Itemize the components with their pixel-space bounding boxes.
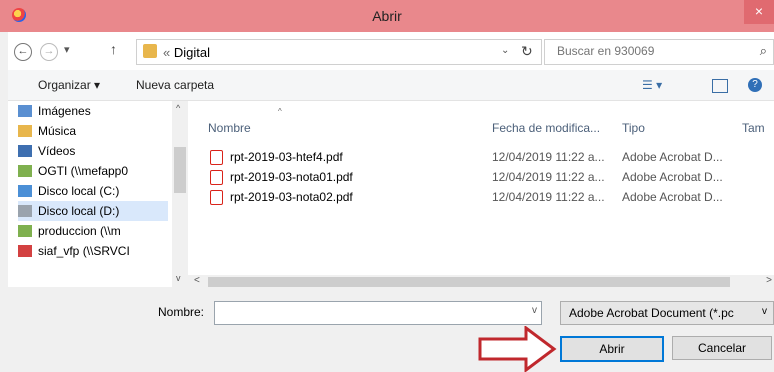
disconnected-drive-icon <box>18 245 32 257</box>
file-type: Adobe Acrobat D... <box>622 190 723 204</box>
refresh-icon[interactable]: ↻ <box>521 43 533 60</box>
search-box[interactable]: ⌕ <box>544 39 774 65</box>
scroll-up-icon[interactable]: ^ <box>176 103 180 113</box>
pictures-icon <box>18 105 32 117</box>
sort-indicator-icon: ^ <box>278 107 282 116</box>
pdf-icon <box>210 190 223 205</box>
close-button[interactable]: × <box>744 0 774 24</box>
file-date: 12/04/2019 11:22 a... <box>492 170 605 184</box>
nav-item-musica[interactable]: Música <box>18 121 168 141</box>
file-name: rpt-2019-03-nota01.pdf <box>230 170 353 184</box>
nav-item-disco-c[interactable]: Disco local (C:) <box>18 181 168 201</box>
scroll-right-icon[interactable]: > <box>766 275 772 286</box>
pdf-icon <box>210 150 223 165</box>
file-row[interactable]: rpt-2019-03-nota02.pdf 12/04/2019 11:22 … <box>188 189 774 207</box>
nav-item-videos[interactable]: Vídeos <box>18 141 168 161</box>
breadcrumb-overflow[interactable]: « <box>163 45 170 60</box>
file-list-hscrollbar[interactable]: < > <box>188 275 774 289</box>
nav-item-imagenes[interactable]: Imágenes <box>18 101 168 121</box>
arrow-shape <box>478 326 557 372</box>
nav-item-produccion[interactable]: produccion (\\m <box>18 221 168 241</box>
nav-item-ogti[interactable]: OGTI (\\mefapp0 <box>18 161 168 181</box>
network-drive-icon <box>18 225 32 237</box>
file-list: ^ Nombre Fecha de modifica... Tipo Tam r… <box>188 101 774 275</box>
videos-icon <box>18 145 32 157</box>
file-type: Adobe Acrobat D... <box>622 150 723 164</box>
window-title: Abrir <box>372 8 402 24</box>
file-date: 12/04/2019 11:22 a... <box>492 150 605 164</box>
file-name: rpt-2019-03-htef4.pdf <box>230 150 343 164</box>
file-row[interactable]: rpt-2019-03-htef4.pdf 12/04/2019 11:22 a… <box>188 149 774 167</box>
address-row: ← → ▾ ↑ « Digital ⌄ ↻ ⌕ <box>8 32 774 70</box>
file-name-input[interactable] <box>219 305 523 322</box>
dialog-body: ← → ▾ ↑ « Digital ⌄ ↻ ⌕ Organizar ▾ Nuev… <box>8 32 774 372</box>
forward-icon[interactable]: → <box>40 43 58 61</box>
file-type-select[interactable]: Adobe Acrobat Document (*.pc v <box>560 301 774 325</box>
file-date: 12/04/2019 11:22 a... <box>492 190 605 204</box>
network-drive-icon <box>18 165 32 177</box>
column-header-date[interactable]: Fecha de modifica... <box>492 121 600 135</box>
file-row[interactable]: rpt-2019-03-nota01.pdf 12/04/2019 11:22 … <box>188 169 774 187</box>
file-name-field[interactable]: v <box>214 301 542 325</box>
preview-pane-icon[interactable] <box>712 79 728 93</box>
file-type: Adobe Acrobat D... <box>622 170 723 184</box>
scroll-left-icon[interactable]: < <box>194 275 200 286</box>
scroll-down-icon[interactable]: v <box>176 273 181 283</box>
cancel-button[interactable]: Cancelar <box>672 336 772 360</box>
search-input[interactable] <box>555 43 739 59</box>
new-folder-button[interactable]: Nueva carpeta <box>136 78 214 92</box>
address-bar[interactable]: « Digital ⌄ ↻ <box>136 39 542 65</box>
recent-locations-icon[interactable]: ▾ <box>64 43 70 56</box>
file-type-value: Adobe Acrobat Document (*.pc <box>569 306 734 320</box>
folder-icon <box>143 44 157 58</box>
open-button[interactable]: Abrir <box>560 336 664 362</box>
scroll-thumb[interactable] <box>174 147 186 193</box>
command-bar: Organizar ▾ Nueva carpeta ☰ ▾ ? <box>8 70 774 101</box>
search-icon[interactable]: ⌕ <box>760 43 767 59</box>
breadcrumb-digital[interactable]: Digital <box>174 45 210 60</box>
file-name: rpt-2019-03-nota02.pdf <box>230 190 353 204</box>
chevron-down-icon[interactable]: v <box>532 305 537 316</box>
music-icon <box>18 125 32 137</box>
view-options-icon[interactable]: ☰ ▾ <box>642 78 662 92</box>
file-name-label: Nombre: <box>158 305 205 319</box>
title-bar: Abrir × <box>0 0 774 32</box>
nav-item-siaf-vfp[interactable]: siaf_vfp (\\SRVCI <box>18 241 168 261</box>
navigation-pane: Imágenes Música Vídeos OGTI (\\mefapp0 D… <box>8 101 172 287</box>
up-arrow-icon[interactable]: ↑ <box>110 41 117 57</box>
column-header-name[interactable]: Nombre <box>208 121 251 135</box>
pointer-arrow-icon <box>478 326 557 372</box>
dialog-footer: Nombre: v Adobe Acrobat Document (*.pc v… <box>8 290 774 372</box>
back-icon[interactable]: ← <box>14 43 32 61</box>
hscroll-thumb[interactable] <box>208 277 730 287</box>
column-header-type[interactable]: Tipo <box>622 121 645 135</box>
windows-drive-icon <box>18 185 32 197</box>
nav-item-disco-d[interactable]: Disco local (D:) <box>18 201 168 221</box>
drive-icon <box>18 205 32 217</box>
help-icon[interactable]: ? <box>748 78 762 92</box>
chevron-down-icon: v <box>762 306 767 317</box>
pdf-icon <box>210 170 223 185</box>
organize-button[interactable]: Organizar ▾ <box>38 78 100 92</box>
nav-scrollbar[interactable]: ^ v <box>172 101 188 287</box>
column-header-size[interactable]: Tam <box>742 121 765 135</box>
chevron-down-icon[interactable]: ⌄ <box>501 45 509 56</box>
